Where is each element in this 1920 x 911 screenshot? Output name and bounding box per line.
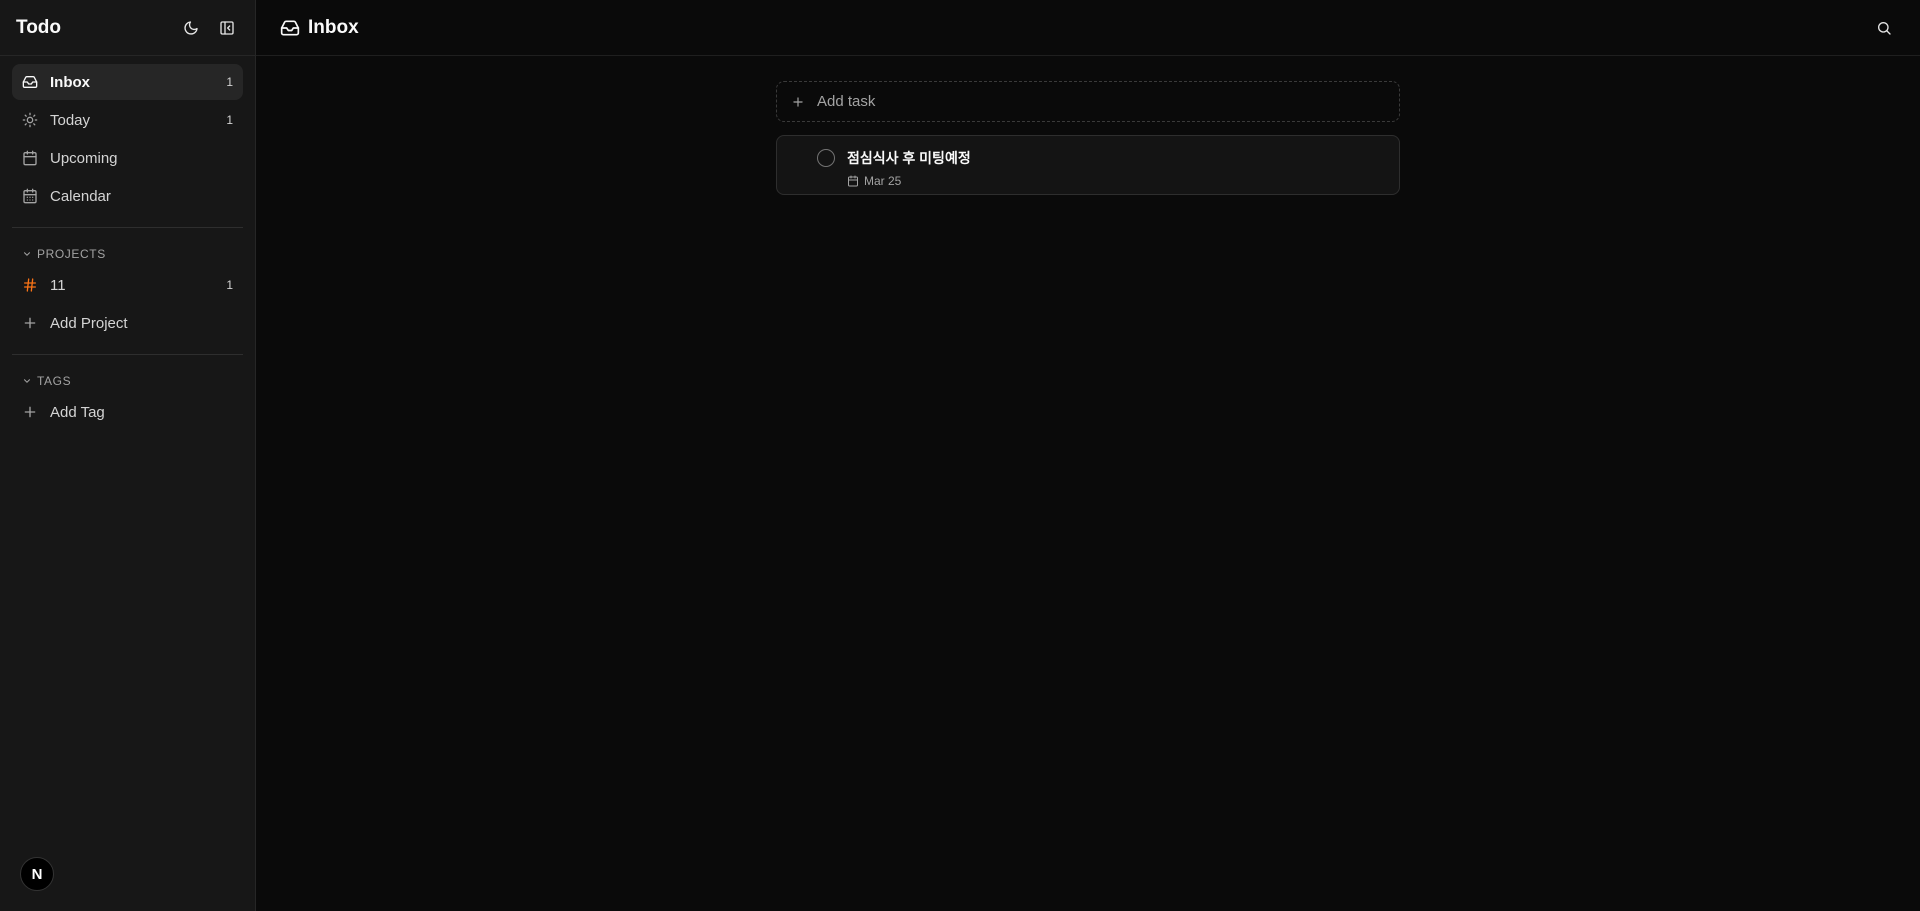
- page-title: Inbox: [308, 16, 359, 38]
- chevron-down-icon: [23, 379, 31, 383]
- task-checkbox[interactable]: [817, 149, 835, 167]
- sidebar-item-inbox[interactable]: Inbox 1: [12, 64, 243, 100]
- task-title: 점심식사 후 미팅예정: [847, 150, 971, 166]
- task-due-date: Mar 25: [847, 174, 971, 188]
- task-date-label: Mar 25: [864, 174, 902, 188]
- projects-section-header[interactable]: PROJECTS: [12, 241, 243, 267]
- project-count: 1: [226, 278, 233, 292]
- sidebar-item-label: Today: [50, 111, 91, 129]
- sidebar-item-label: Calendar: [50, 187, 111, 205]
- calendar-icon: [848, 175, 858, 187]
- sidebar-item-today[interactable]: Today 1: [12, 102, 243, 138]
- tags-section-header[interactable]: TAGS: [12, 368, 243, 394]
- app-title: Todo: [16, 16, 62, 38]
- tags-section-label: TAGS: [37, 374, 72, 388]
- plus-icon: [22, 404, 38, 420]
- main-panel: Inbox Add task 점심식사 후 미팅예정 Mar 25: [256, 0, 1920, 911]
- add-project-label: Add Project: [50, 314, 128, 332]
- task-item[interactable]: 점심식사 후 미팅예정 Mar 25: [776, 135, 1400, 195]
- sidebar-item-upcoming[interactable]: Upcoming: [12, 140, 243, 176]
- sidebar-header: Todo: [0, 0, 255, 56]
- sun-icon: [22, 112, 38, 128]
- sidebar-item-count: 1: [226, 113, 233, 127]
- plus-icon: [22, 315, 38, 331]
- sidebar-item-calendar[interactable]: Calendar: [12, 178, 243, 214]
- add-tag-button[interactable]: Add Tag: [12, 394, 243, 430]
- sidebar-item-label: Upcoming: [50, 149, 118, 167]
- chevron-down-icon: [23, 252, 31, 256]
- sidebar-divider: [12, 227, 243, 228]
- add-tag-label: Add Tag: [50, 403, 105, 421]
- inbox-icon: [22, 74, 38, 90]
- calendar-icon: [22, 150, 38, 166]
- task-list-area: Add task 점심식사 후 미팅예정 Mar 25: [256, 56, 1920, 195]
- calendar-grid-icon: [22, 188, 38, 204]
- inbox-icon: [280, 18, 300, 38]
- projects-section-label: PROJECTS: [37, 247, 106, 261]
- sidebar-divider: [12, 354, 243, 355]
- theme-toggle-moon-icon[interactable]: [179, 16, 203, 40]
- project-label: 11: [50, 276, 66, 294]
- plus-icon: [793, 96, 803, 107]
- add-project-button[interactable]: Add Project: [12, 305, 243, 341]
- add-task-label: Add task: [817, 93, 876, 110]
- sidebar-item-count: 1: [226, 75, 233, 89]
- collapse-sidebar-icon[interactable]: [215, 16, 239, 40]
- sidebar: Todo Inbox 1 Today 1 Upcoming Calendar P…: [0, 0, 256, 911]
- search-icon[interactable]: [1872, 16, 1896, 40]
- hash-icon: [22, 277, 38, 293]
- main-header: Inbox: [256, 0, 1920, 56]
- avatar[interactable]: N: [20, 857, 54, 891]
- add-task-button[interactable]: Add task: [776, 81, 1400, 122]
- sidebar-project-11[interactable]: 11 1: [12, 267, 243, 303]
- sidebar-item-label: Inbox: [50, 73, 90, 91]
